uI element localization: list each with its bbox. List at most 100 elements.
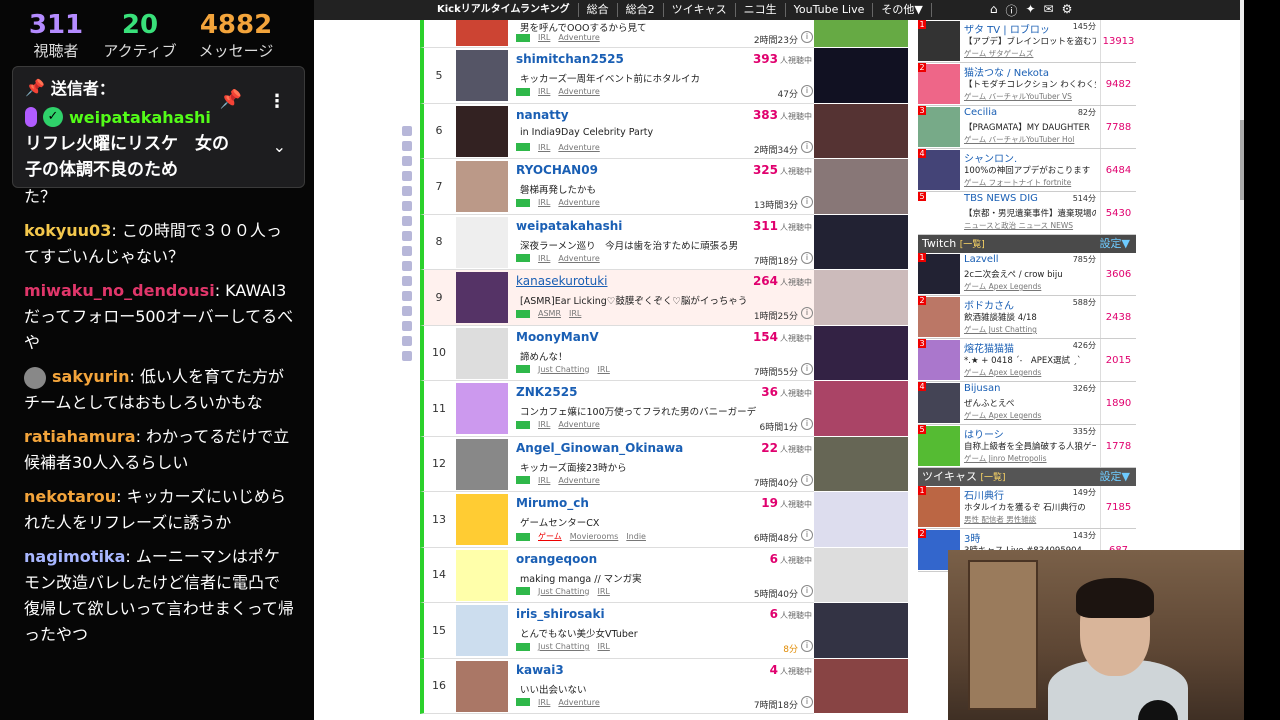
stream-tags[interactable]: ゲーム ザタゲームズ: [964, 48, 1092, 59]
info-icon[interactable]: i: [801, 418, 813, 430]
tag-link[interactable]: Adventure: [558, 420, 599, 429]
tag-link[interactable]: IRL: [538, 254, 550, 263]
stream-thumbnail[interactable]: [814, 270, 908, 326]
channel-name[interactable]: Bijusan: [964, 383, 1000, 394]
channel-name[interactable]: シャンロン.: [964, 150, 1017, 165]
twitch-row[interactable]: 5 はりーシ 335分 自称上級者を全員論破する人狼ゲー ゲーム Jinro Metro…: [918, 425, 1136, 468]
pinned-username[interactable]: weipatakahashi: [69, 108, 211, 127]
twitch-row[interactable]: 1 Lazvell 785分 2c二次会えぺ / crow biju ゲーム Apex …: [918, 253, 1136, 296]
twitch-row[interactable]: 3 熔花猫猫猫 426分 *.★ + 0418 ˊ˗ APEX選試 ˏˋ ゲーム Ape…: [918, 339, 1136, 382]
tag-link[interactable]: ASMR: [538, 309, 561, 318]
stream-thumbnail[interactable]: [814, 603, 908, 659]
streamer-avatar[interactable]: [456, 549, 508, 601]
streamer-name-link[interactable]: ZNK2525: [516, 385, 577, 399]
side-icon[interactable]: [402, 171, 412, 181]
ranking-row[interactable]: 15 iris_shirosaki 6 人視聴中 とんでもない美少女VTuber Just…: [420, 603, 816, 659]
tag-link[interactable]: ゲーム: [538, 531, 562, 542]
twitch-settings-button[interactable]: 設定▼: [1100, 235, 1130, 253]
streamer-name-link[interactable]: orangeqoon: [516, 552, 597, 566]
ranking-row[interactable]: 10 MoonyManV 154 人視聴中 諦めんな！ Just Chatting IRL 7…: [420, 325, 816, 381]
tag-link[interactable]: Adventure: [558, 476, 599, 485]
stream-thumbnail[interactable]: [814, 492, 908, 548]
more-menu-icon[interactable]: ⋮: [268, 91, 286, 112]
tag-link[interactable]: Just Chatting: [538, 365, 589, 374]
tag-link[interactable]: Just Chatting: [538, 642, 589, 651]
streamer-name-link[interactable]: kanasekurotuki: [516, 274, 607, 288]
home-icon[interactable]: ⌂: [990, 2, 998, 19]
side-icon[interactable]: [402, 261, 412, 271]
side-icon[interactable]: [402, 231, 412, 241]
youtube-row[interactable]: 5 TBS NEWS DIG 514分 【京都・男児遺棄事件】遺棄現場の ニュースと政治…: [918, 192, 1136, 235]
ranking-row[interactable]: 6 nanatty 383 人視聴中 in India9Day Celebrity Pa…: [420, 103, 816, 159]
youtube-row[interactable]: 3 Cecilia 82分 【PRAGMATA】MY DAUGHTER ゲーム バーチャ…: [918, 106, 1136, 149]
stream-tags[interactable]: ゲーム フォートナイト fortnite: [964, 177, 1092, 188]
streamer-name-link[interactable]: RYOCHAN09: [516, 163, 598, 177]
streamer-avatar[interactable]: [456, 494, 508, 545]
info-icon[interactable]: i: [801, 85, 813, 97]
stream-tags[interactable]: ゲーム Jinro Metropolis: [964, 453, 1092, 464]
pinned-message[interactable]: 📌 送信者： ✓ weipatakahashi リフレ火曜にリスケ 女の子の体調…: [12, 66, 305, 188]
ranking-row[interactable]: 9 kanasekurotuki 264 人視聴中 [ASMR]Ear Licking♡…: [420, 270, 816, 326]
tag-link[interactable]: Adventure: [558, 254, 599, 263]
tag-link[interactable]: IRL: [538, 698, 550, 707]
channel-name[interactable]: 3時: [964, 530, 980, 545]
ranking-row[interactable]: 7 RYOCHAN09 325 人視聴中 磐梯再発したかも IRL Adventure 13時…: [420, 159, 816, 215]
side-icon[interactable]: [402, 336, 412, 346]
tag-link[interactable]: Adventure: [558, 87, 599, 96]
twitch-list-link[interactable]: [一覧]: [960, 240, 985, 250]
youtube-row[interactable]: 1 ザタ TV | ロブロッ 145分 【アプデ】ブレインロットを盗むア ゲーム ザタゲ…: [918, 20, 1136, 63]
tag-link[interactable]: IRL: [597, 587, 609, 596]
channel-name[interactable]: TBS NEWS DIG: [964, 193, 1038, 204]
stream-thumbnail[interactable]: [814, 325, 908, 381]
stream-thumbnail[interactable]: [814, 159, 908, 215]
streamer-name-link[interactable]: MoonyManV: [516, 330, 599, 344]
stream-thumbnail[interactable]: [814, 658, 908, 714]
info-icon[interactable]: i: [801, 196, 813, 208]
ranking-row[interactable]: 16 kawai3 4 人視聴中 いい出会いない IRL Adventure 7時間18分 i: [420, 658, 816, 714]
tag-link[interactable]: IRL: [538, 198, 550, 207]
side-icon[interactable]: [402, 276, 412, 286]
nav-item-niconico[interactable]: ニコ生: [736, 3, 786, 17]
youtube-row[interactable]: 2 猫法つな / Nekota 【トモダチコレクション わくわく生 ゲーム バーチャル…: [918, 63, 1136, 106]
channel-name[interactable]: 熔花猫猫猫: [964, 340, 1014, 355]
streamer-avatar[interactable]: [456, 20, 508, 46]
side-icon[interactable]: [402, 126, 412, 136]
streamer-avatar[interactable]: [456, 161, 508, 212]
tag-link[interactable]: IRL: [538, 476, 550, 485]
tag-link[interactable]: IRL: [569, 309, 581, 318]
mail-icon[interactable]: ✉: [1044, 2, 1054, 19]
info-icon[interactable]: i: [801, 473, 813, 486]
stream-thumbnail[interactable]: [814, 214, 908, 270]
tag-link[interactable]: IRL: [597, 642, 609, 651]
stream-tags[interactable]: ゲーム バーチャルYouTuber VS: [964, 91, 1092, 102]
streamer-name-link[interactable]: weipatakahashi: [516, 219, 622, 233]
side-icon[interactable]: [402, 246, 412, 256]
twitter-icon[interactable]: ✦: [1025, 2, 1035, 19]
twitcas-settings-button[interactable]: 設定▼: [1100, 468, 1130, 486]
stream-tags[interactable]: ゲーム Apex Legends: [964, 281, 1092, 292]
channel-name[interactable]: 猫法つな / Nekota: [964, 64, 1049, 79]
stream-tags[interactable]: ゲーム Just Chatting: [964, 324, 1092, 335]
side-icon[interactable]: [402, 201, 412, 211]
tag-link[interactable]: Adventure: [558, 33, 599, 42]
info-icon[interactable]: i: [801, 251, 813, 264]
streamer-name-link[interactable]: kawai3: [516, 663, 564, 677]
side-icon[interactable]: [402, 216, 412, 226]
channel-name[interactable]: 石川典行: [964, 487, 1004, 502]
ranking-row[interactable]: 13 Mirumo_ch 19 人視聴中 ゲームセンターCX ゲーム Movierooms I…: [420, 492, 816, 548]
chat-username[interactable]: nekotarou: [24, 487, 116, 506]
streamer-name-link[interactable]: shimitchan2525: [516, 52, 624, 66]
tag-link[interactable]: IRL: [538, 33, 550, 42]
twitcas-row[interactable]: 1 石川典行 149分 ホタルイカを獲るぞ 石川典行の 男性 配信者 男性雑談 7185: [918, 486, 1136, 529]
tag-link[interactable]: Adventure: [558, 198, 599, 207]
gear-icon[interactable]: ⚙: [1062, 2, 1073, 19]
streamer-avatar[interactable]: [456, 50, 508, 101]
streamer-avatar[interactable]: [456, 383, 508, 434]
info-icon[interactable]: i: [801, 31, 813, 43]
tag-link[interactable]: Movierooms: [570, 532, 619, 541]
tag-link[interactable]: Adventure: [558, 698, 599, 707]
chat-username[interactable]: miwaku_no_dendousi: [24, 281, 215, 300]
stream-thumbnail[interactable]: [814, 20, 908, 48]
streamer-avatar[interactable]: [456, 105, 508, 157]
chevron-down-icon[interactable]: ⌄: [273, 137, 286, 156]
